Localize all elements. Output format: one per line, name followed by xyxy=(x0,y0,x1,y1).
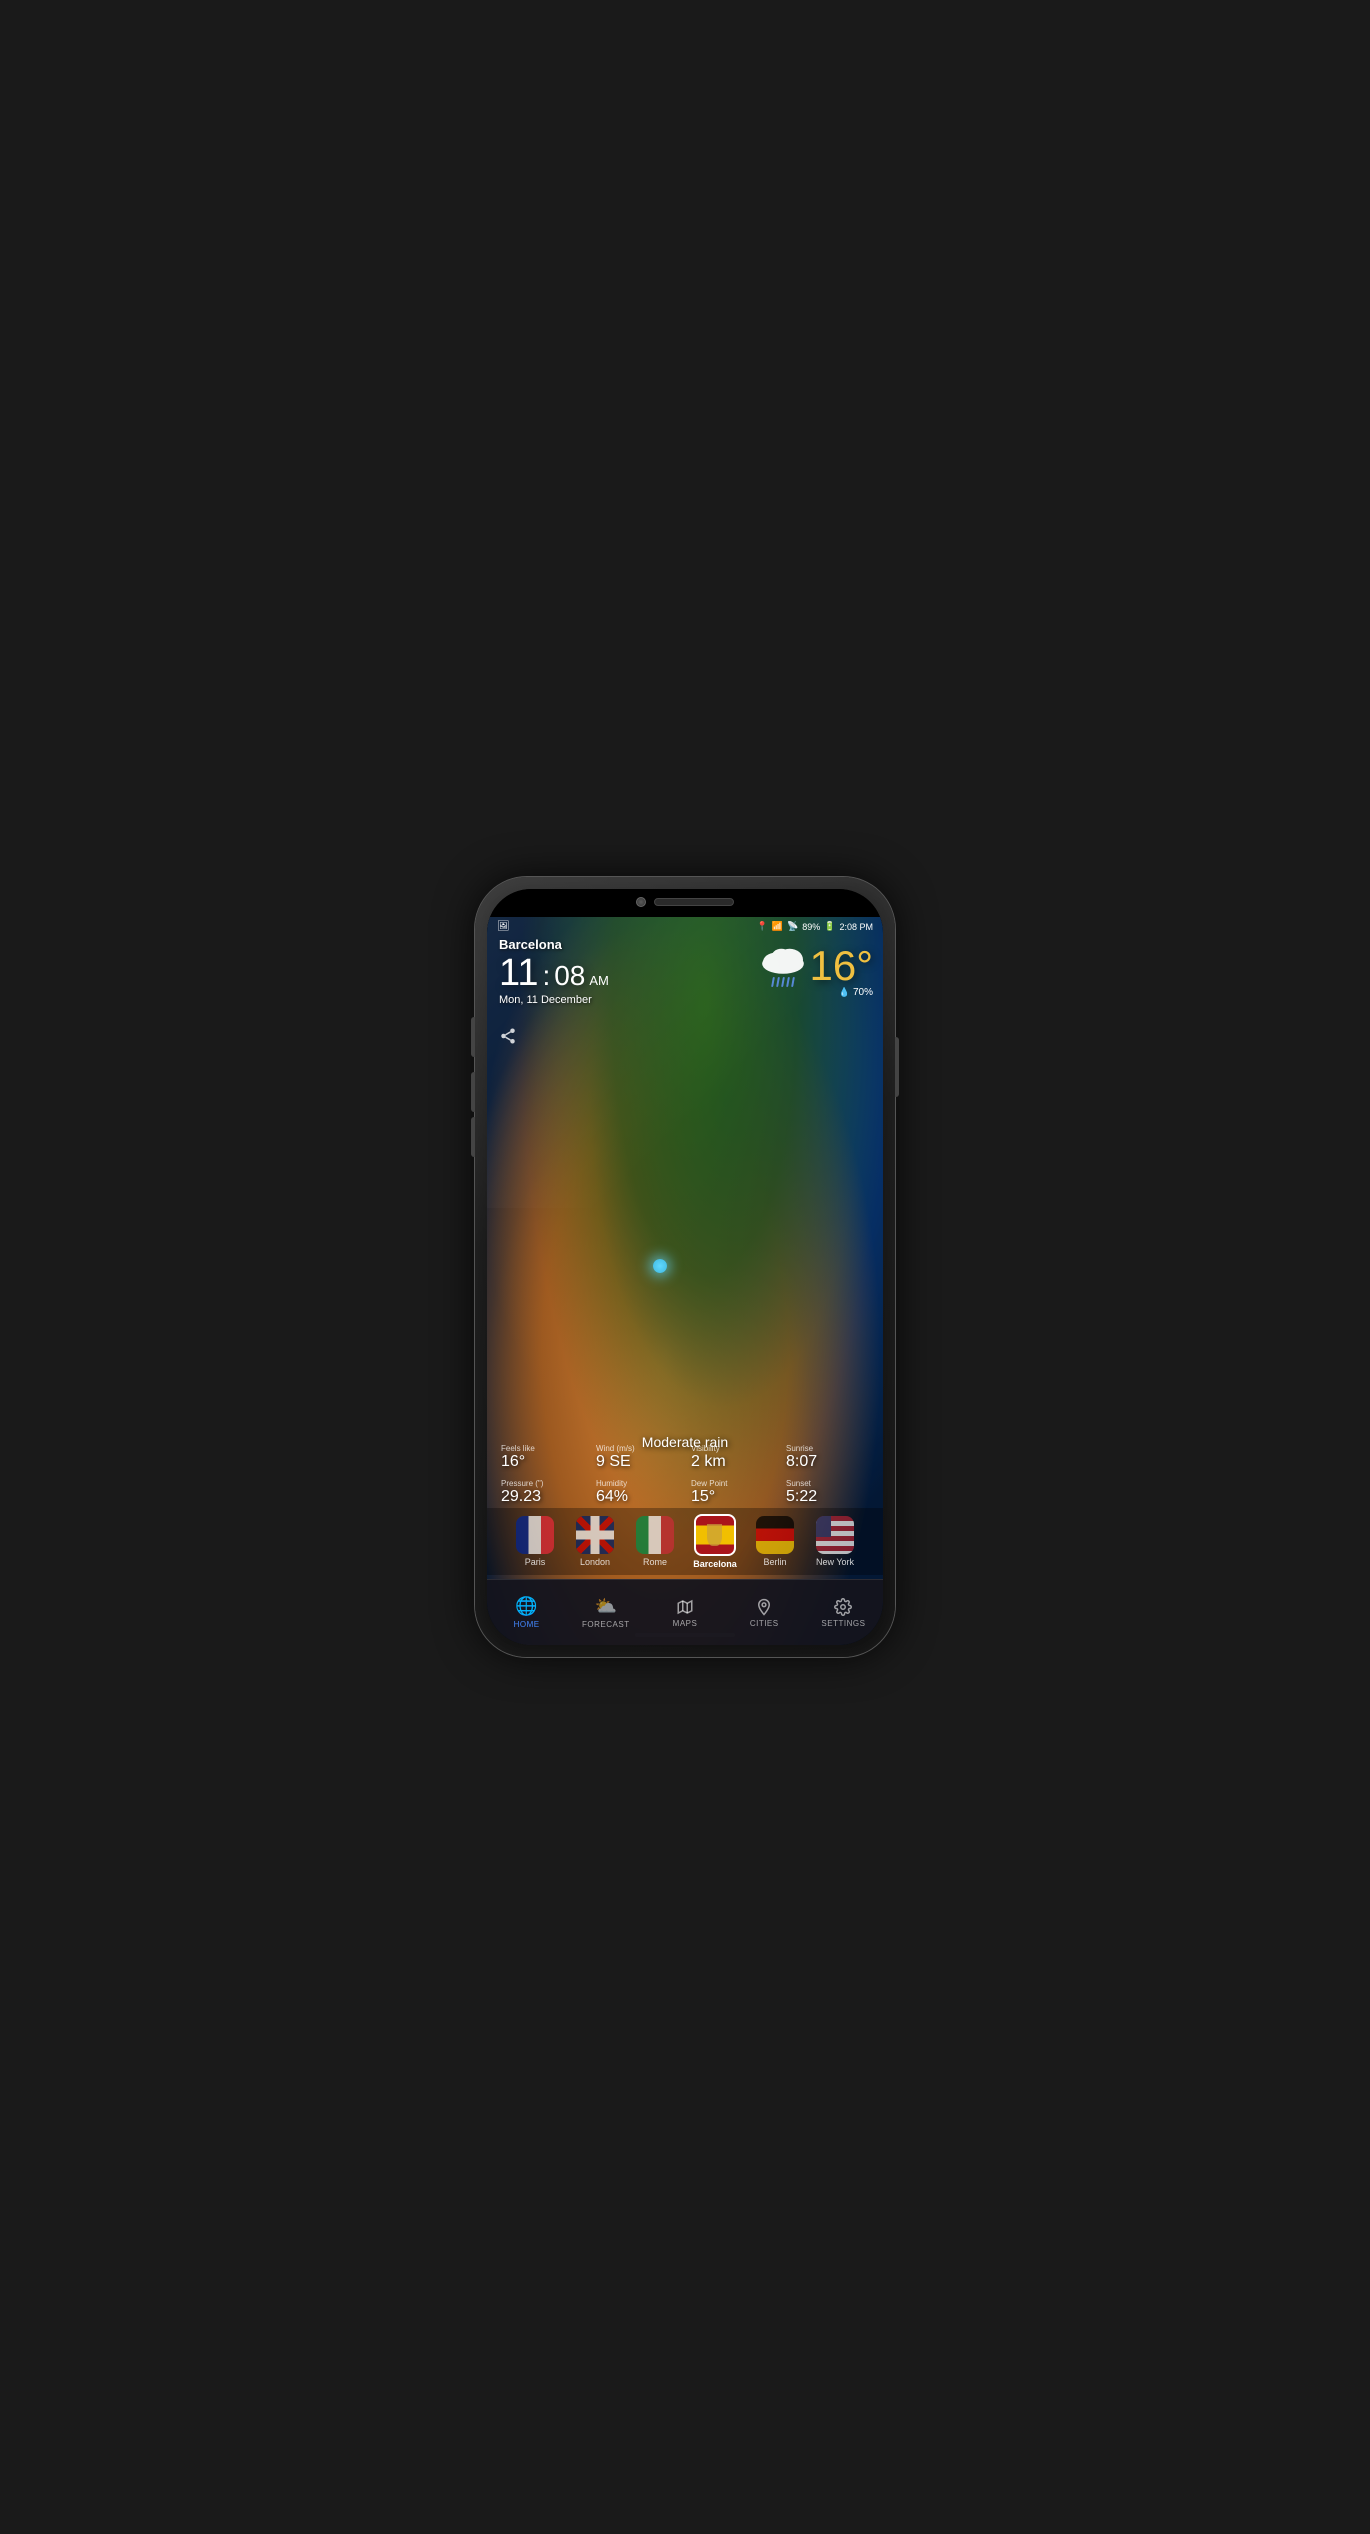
nav-settings[interactable]: SETTINGS xyxy=(804,1592,883,1634)
visibility-label: Visibility xyxy=(691,1444,774,1454)
top-bezel xyxy=(487,889,883,917)
wind-stat: Wind (m/s) 9 SE xyxy=(590,1440,685,1475)
nav-maps[interactable]: MAPS xyxy=(645,1592,724,1634)
city-barcelona-label: Barcelona xyxy=(693,1559,737,1569)
city-item-london[interactable]: London xyxy=(569,1516,621,1567)
time-ampm: AM xyxy=(589,973,609,988)
sunset-stat: Sunset 5:22 xyxy=(780,1475,875,1510)
flag-italy xyxy=(636,1516,674,1554)
phone-frame: 🖼 📍 📶 📡 89% 🔋 2:08 PM Barcelona 11 : 08 xyxy=(475,877,895,1657)
speaker-grille xyxy=(654,898,734,906)
feels-like-stat: Feels like 16° xyxy=(495,1440,590,1475)
cities-label: CITIES xyxy=(750,1619,779,1628)
cities-bar: Paris London Rome xyxy=(487,1508,883,1575)
sunrise-stat: Sunrise 8:07 xyxy=(780,1440,875,1475)
visibility-value: 2 km xyxy=(691,1453,774,1471)
city-item-newyork[interactable]: New York xyxy=(809,1516,861,1567)
city-paris-label: Paris xyxy=(525,1557,546,1567)
settings-label: SETTINGS xyxy=(821,1619,865,1628)
city-berlin-label: Berlin xyxy=(763,1557,786,1567)
flag-france xyxy=(516,1516,554,1554)
city-rome-label: Rome xyxy=(643,1557,667,1567)
wind-label: Wind (m/s) xyxy=(596,1444,679,1454)
time-minute: 08 xyxy=(554,962,585,990)
maps-label: MAPS xyxy=(673,1619,698,1628)
pressure-value: 29.23 xyxy=(501,1488,584,1506)
sunset-label: Sunset xyxy=(786,1479,869,1489)
city-item-berlin[interactable]: Berlin xyxy=(749,1516,801,1567)
city-item-rome[interactable]: Rome xyxy=(629,1516,681,1567)
sunset-value: 5:22 xyxy=(786,1488,869,1506)
camera-lens xyxy=(636,897,646,907)
time-hour: 11 xyxy=(499,954,538,992)
city-item-paris[interactable]: Paris xyxy=(509,1516,561,1567)
wifi-icon: 📶 xyxy=(772,921,783,932)
image-icon: 🖼 xyxy=(497,921,510,932)
flag-uk xyxy=(576,1516,614,1554)
dewpoint-stat: Dew Point 15° xyxy=(685,1475,780,1510)
feels-like-value: 16° xyxy=(501,1453,584,1471)
forecast-label: FORECAST xyxy=(582,1620,630,1629)
pressure-label: Pressure (") xyxy=(501,1479,584,1489)
raindrop-icon: 💧 xyxy=(839,987,850,998)
time-separator: : xyxy=(542,962,550,990)
sunrise-value: 8:07 xyxy=(786,1453,869,1471)
city-london-label: London xyxy=(580,1557,610,1567)
temperature-value: 16° xyxy=(809,945,873,987)
battery-icon: 🔋 xyxy=(824,921,835,932)
flag-usa xyxy=(816,1516,854,1554)
status-bar: 🖼 📍 📶 📡 89% 🔋 2:08 PM xyxy=(487,917,883,936)
weather-stats-grid: Feels like 16° Wind (m/s) 9 SE Visibilit… xyxy=(487,1440,883,1510)
flag-germany xyxy=(756,1516,794,1554)
visibility-stat: Visibility 2 km xyxy=(685,1440,780,1475)
forecast-icon: ⛅ xyxy=(595,1596,617,1617)
humidity-row: 💧 70% xyxy=(839,987,873,998)
status-bar-left: 🖼 xyxy=(497,921,510,932)
humidity-stat-value: 64% xyxy=(596,1488,679,1506)
bottom-navigation: 🌐 HOME ⛅ FORECAST MAPS xyxy=(487,1579,883,1645)
location-icon: 📍 xyxy=(757,921,768,932)
flag-spain xyxy=(694,1514,736,1556)
humidity-stat-label: Humidity xyxy=(596,1479,679,1489)
home-label: HOME xyxy=(514,1620,540,1629)
settings-icon xyxy=(834,1598,852,1616)
city-newyork-label: New York xyxy=(816,1557,854,1567)
dewpoint-label: Dew Point xyxy=(691,1479,774,1489)
maps-icon xyxy=(676,1598,694,1616)
sunrise-label: Sunrise xyxy=(786,1444,869,1454)
screen: 🖼 📍 📶 📡 89% 🔋 2:08 PM Barcelona 11 : 08 xyxy=(487,917,883,1645)
home-icon: 🌐 xyxy=(515,1596,537,1617)
city-item-barcelona[interactable]: Barcelona xyxy=(689,1514,741,1569)
nav-home[interactable]: 🌐 HOME xyxy=(487,1590,566,1635)
dewpoint-value: 15° xyxy=(691,1488,774,1506)
nav-cities[interactable]: CITIES xyxy=(725,1592,804,1634)
humidity-stat: Humidity 64% xyxy=(590,1475,685,1510)
phone-inner: 🖼 📍 📶 📡 89% 🔋 2:08 PM Barcelona 11 : 08 xyxy=(487,889,883,1645)
nav-forecast[interactable]: ⛅ FORECAST xyxy=(566,1590,645,1635)
pressure-stat: Pressure (") 29.23 xyxy=(495,1475,590,1510)
share-icon[interactable] xyxy=(499,1027,517,1050)
cities-icon xyxy=(755,1598,773,1616)
humidity-percentage: 70% xyxy=(853,987,873,998)
feels-like-label: Feels like xyxy=(501,1444,584,1454)
camera-area xyxy=(636,897,734,907)
temperature-display: 16° 💧 70% xyxy=(809,945,873,998)
battery-percentage: 89% xyxy=(802,922,820,932)
status-bar-right: 📍 📶 📡 89% 🔋 2:08 PM xyxy=(757,921,873,932)
status-time: 2:08 PM xyxy=(839,922,873,932)
wind-value: 9 SE xyxy=(596,1453,679,1471)
signal-bars-icon: 📡 xyxy=(787,921,798,932)
